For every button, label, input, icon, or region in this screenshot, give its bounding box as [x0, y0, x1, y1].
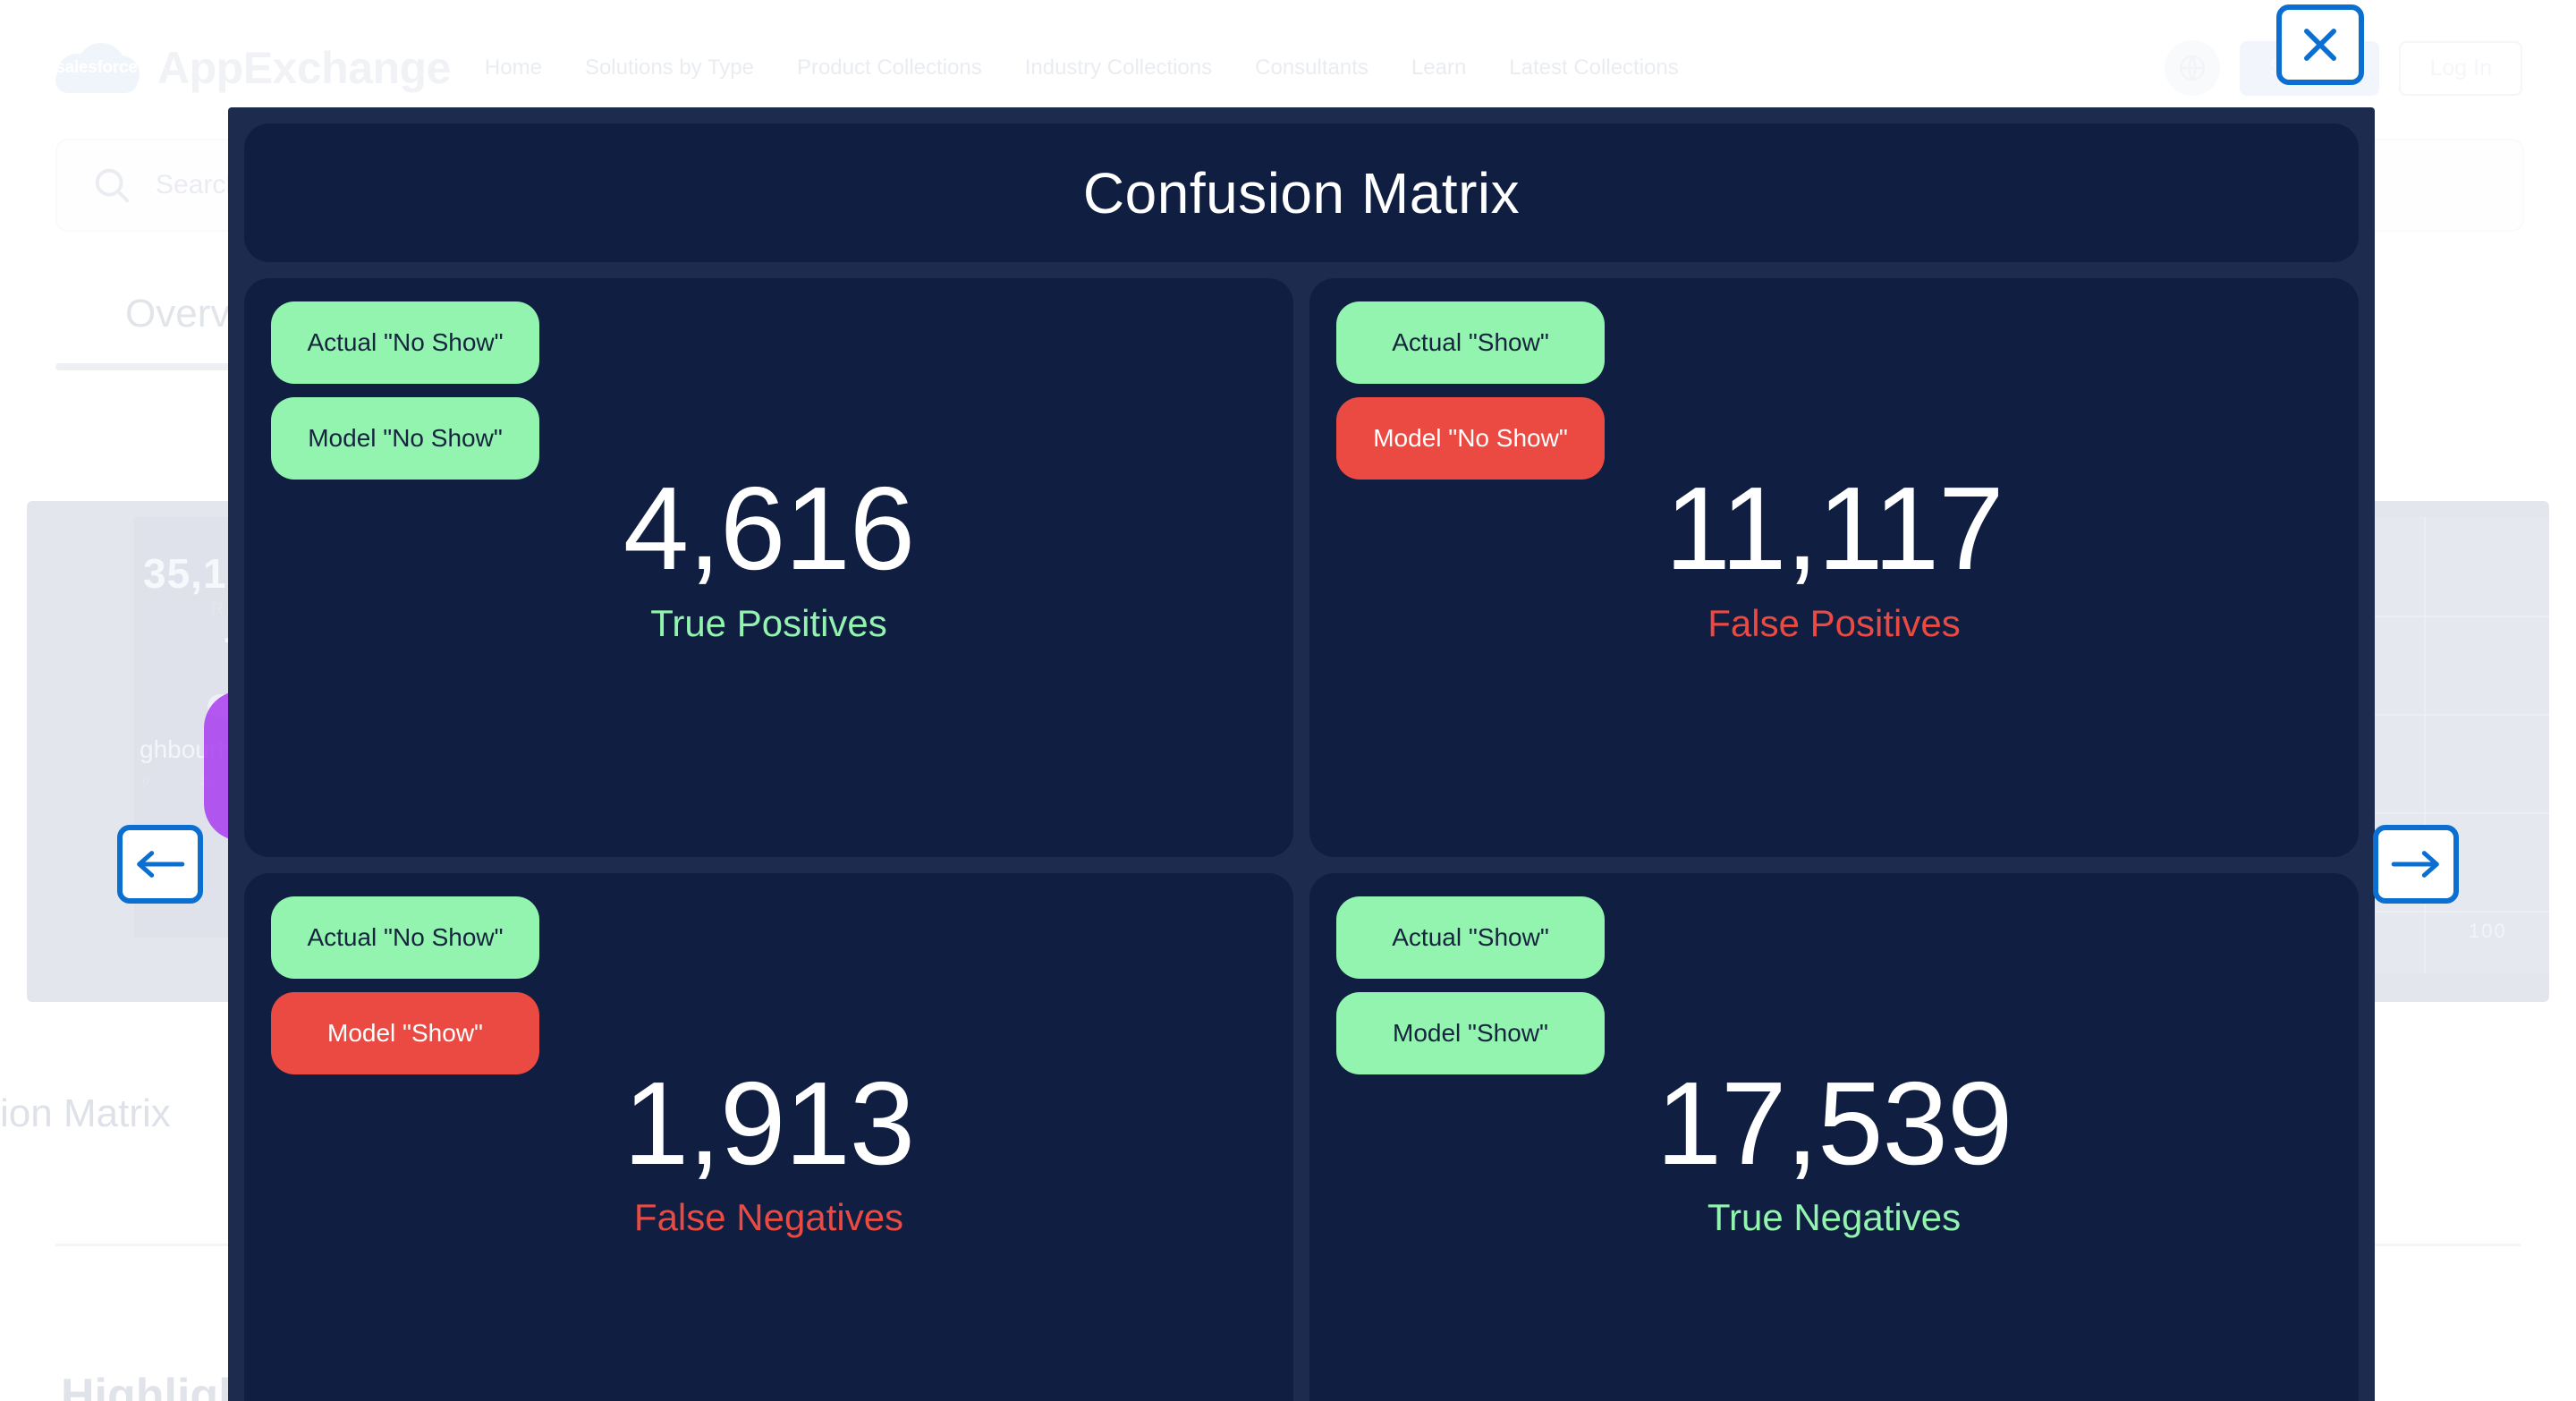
modal-title-bar: Confusion Matrix: [244, 123, 2359, 262]
modal-title: Confusion Matrix: [1082, 160, 1521, 225]
screen-root: salesforce AppExchange Home Solutions by…: [0, 0, 2576, 1401]
actual-label-pill: Actual "No Show": [271, 301, 539, 384]
actual-label-pill: Actual "No Show": [271, 896, 539, 979]
cell-body: 4,616 True Positives: [244, 466, 1293, 645]
confusion-matrix-modal: Confusion Matrix Actual "No Show" Model …: [228, 107, 2375, 1401]
carousel-next-button[interactable]: [2373, 825, 2459, 904]
carousel-prev-button[interactable]: [117, 825, 203, 904]
confusion-matrix-grid: Actual "No Show" Model "No Show" 4,616 T…: [244, 278, 2359, 1401]
matrix-cell-false-positives[interactable]: Actual "Show" Model "No Show" 11,117 Fal…: [1309, 278, 2359, 857]
nav-item-consultants[interactable]: Consultants: [1255, 55, 1368, 81]
cell-value: 1,913: [623, 1057, 915, 1189]
matrix-cell-true-positives[interactable]: Actual "No Show" Model "No Show" 4,616 T…: [244, 278, 1293, 857]
nav-item-learn[interactable]: Learn: [1411, 55, 1466, 81]
cell-value: 4,616: [623, 463, 915, 594]
cell-label: False Negatives: [633, 1196, 904, 1239]
nav-item-product-collections[interactable]: Product Collections: [797, 55, 982, 81]
actual-label-pill: Actual "Show": [1336, 301, 1605, 384]
appexchange-title: AppExchange: [157, 43, 451, 93]
brand-logo[interactable]: salesforce AppExchange: [54, 41, 485, 95]
salesforce-wordmark: salesforce: [55, 58, 138, 77]
nav-item-solutions-by-type[interactable]: Solutions by Type: [585, 55, 754, 81]
matrix-cell-false-negatives[interactable]: Actual "No Show" Model "Show" 1,913 Fals…: [244, 872, 1293, 1401]
close-icon: [2304, 29, 2336, 61]
cell-value: 11,117: [1665, 463, 2004, 594]
nav-item-latest-collections[interactable]: Latest Collections: [1509, 55, 1678, 81]
cell-value: 17,539: [1656, 1057, 2013, 1189]
salesforce-cloud-icon: salesforce: [54, 41, 140, 95]
matrix-cell-true-negatives[interactable]: Actual "Show" Model "Show" 17,539 True N…: [1309, 872, 2359, 1401]
globe-icon[interactable]: [2164, 40, 2220, 96]
arrow-right-icon: [2391, 851, 2439, 878]
nav-item-home[interactable]: Home: [485, 55, 542, 81]
nav-item-industry-collections[interactable]: Industry Collections: [1025, 55, 1212, 81]
cell-body: 1,913 False Negatives: [244, 1057, 1293, 1240]
axis-tick-0: 0: [143, 775, 149, 787]
actual-label-pill: Actual "Show": [1336, 896, 1605, 979]
modal-close-button[interactable]: [2276, 4, 2364, 85]
lower-section-title: ion Matrix: [0, 1091, 171, 1135]
primary-nav: Home Solutions by Type Product Collectio…: [485, 55, 1679, 81]
cell-label: False Positives: [1707, 601, 1961, 644]
arrow-left-icon: [137, 851, 185, 878]
scatter-tick-100: 100: [2469, 920, 2507, 942]
search-icon: [95, 168, 130, 203]
log-in-button[interactable]: Log In: [2399, 40, 2522, 96]
cell-body: 11,117 False Positives: [1309, 466, 2359, 645]
cell-label: True Negatives: [1707, 1196, 1962, 1239]
cell-label: True Positives: [650, 601, 887, 644]
cell-body: 17,539 True Negatives: [1309, 1057, 2359, 1240]
